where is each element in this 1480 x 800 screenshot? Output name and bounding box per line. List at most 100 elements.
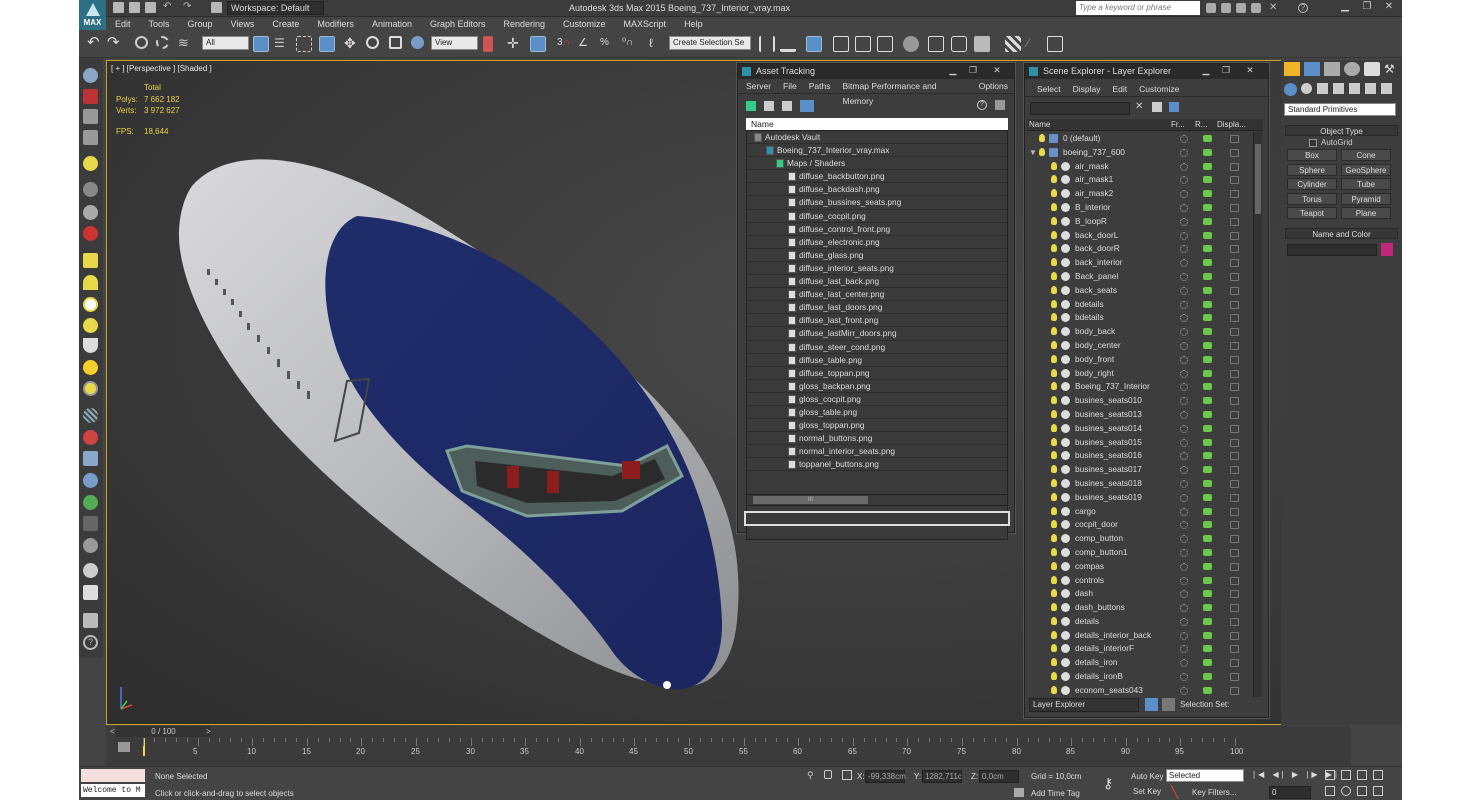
render-teapot-icon[interactable] [1203, 617, 1212, 625]
menu-help[interactable]: Help [675, 17, 712, 31]
display-box-icon[interactable] [1230, 397, 1239, 406]
freeze-icon[interactable] [1180, 190, 1188, 199]
minimize-button[interactable]: ▁ [1335, 1, 1355, 14]
menu-edit[interactable]: Edit [1107, 82, 1134, 96]
light-bulb-icon[interactable] [1051, 327, 1057, 336]
y-coordinate-field[interactable]: 1282,711c [922, 770, 962, 783]
light-bulb-icon[interactable] [1051, 520, 1057, 529]
freeze-icon[interactable] [1180, 231, 1188, 240]
menu-create[interactable]: Create [263, 17, 308, 31]
render-teapot-icon[interactable] [1203, 535, 1212, 543]
curve-editor-icon[interactable] [855, 36, 871, 52]
layer-row[interactable]: 0 (default) [1027, 132, 1251, 146]
select-manipulate-icon[interactable]: ✛ [507, 36, 523, 52]
layer-row[interactable]: ▼ boeing_737_600 [1027, 146, 1251, 160]
layer-mode-icon[interactable] [1145, 698, 1158, 711]
find-input[interactable] [1030, 102, 1130, 115]
light-bulb-icon[interactable] [1051, 478, 1057, 487]
cone-button[interactable]: Cone [1341, 149, 1391, 161]
render-column-header[interactable]: R... [1195, 120, 1207, 129]
timeline-next-arrow[interactable]: > [206, 727, 211, 736]
display-box-icon[interactable] [1230, 203, 1239, 212]
render-teapot-icon[interactable] [1203, 148, 1212, 156]
scene-explorer-titlebar[interactable]: Scene Explorer - Layer Explorer ▁ ❐ ✕ [1025, 64, 1268, 79]
snaps-toggle-icon[interactable]: 3∩ [557, 36, 573, 52]
align-icon[interactable] [780, 36, 796, 52]
display-box-icon[interactable] [1230, 617, 1239, 626]
render-teapot-icon[interactable] [1203, 452, 1212, 460]
object-row[interactable]: details_ironB [1027, 670, 1251, 684]
light-bulb-icon[interactable] [1051, 492, 1057, 501]
render-teapot-icon[interactable] [1203, 383, 1212, 391]
render-teapot-icon[interactable] [1203, 479, 1212, 487]
render-teapot-icon[interactable] [1203, 645, 1212, 653]
tube-button[interactable]: Tube [1341, 178, 1391, 190]
light-bulb-icon[interactable] [1051, 189, 1057, 198]
display-box-icon[interactable] [1230, 438, 1239, 447]
freeze-icon[interactable] [1180, 645, 1188, 654]
render-teapot-icon[interactable] [1203, 548, 1212, 556]
render-production-icon[interactable] [974, 36, 990, 52]
object-row[interactable]: controls [1027, 574, 1251, 588]
freeze-icon[interactable] [1180, 535, 1188, 544]
ies-light-icon[interactable] [83, 381, 98, 396]
mirror-icon[interactable] [759, 36, 775, 52]
freeze-icon[interactable] [1180, 590, 1188, 599]
geosphere-button[interactable]: GeoSphere [1341, 164, 1391, 176]
walk-icon[interactable] [1357, 786, 1367, 796]
display-box-icon[interactable] [1230, 686, 1239, 695]
z-coordinate-field[interactable]: 0,0cm [979, 770, 1019, 783]
maximize-button[interactable]: ❐ [1217, 65, 1235, 77]
motion-tab-icon[interactable] [1344, 62, 1360, 76]
expand-arrow-icon[interactable]: ▼ [1029, 146, 1037, 160]
pyramid-button[interactable]: Pyramid [1341, 193, 1391, 205]
freeze-icon[interactable] [1180, 631, 1188, 640]
display-box-icon[interactable] [1230, 424, 1239, 433]
render-teapot-icon[interactable] [1203, 328, 1212, 336]
keyboard-shortcut-override-icon[interactable] [530, 36, 546, 52]
light-bulb-icon[interactable] [1051, 368, 1057, 377]
asset-file-row[interactable]: diffuse_toppan.png [747, 367, 1007, 380]
render-teapot-icon[interactable] [1203, 631, 1212, 639]
light-bulb-icon[interactable] [1051, 561, 1057, 570]
scale-icon[interactable] [389, 36, 402, 49]
maximize-button[interactable]: ❐ [1357, 1, 1377, 14]
orbit-icon[interactable] [1341, 786, 1351, 796]
render-teapot-icon[interactable] [1203, 590, 1212, 598]
app-logo[interactable]: MAX [79, 0, 106, 30]
asset-file-row[interactable]: diffuse_lastMirr_doors.png [747, 327, 1007, 341]
freeze-icon[interactable] [1180, 410, 1188, 419]
freeze-icon[interactable] [1180, 604, 1188, 613]
name-column-header[interactable]: Name [1029, 120, 1050, 129]
dome-icon[interactable] [83, 275, 98, 290]
freeze-icon[interactable] [1180, 383, 1188, 392]
clear-search-icon[interactable]: ✕ [1135, 101, 1143, 112]
display-box-icon[interactable] [1230, 479, 1239, 488]
freeze-icon[interactable] [1180, 341, 1188, 350]
menu-server[interactable]: Server [740, 79, 777, 93]
menu-tools[interactable]: Tools [140, 17, 179, 31]
display-box-icon[interactable] [1230, 259, 1239, 268]
asset-file-row[interactable]: diffuse_last_front.png [747, 314, 1007, 328]
freeze-icon[interactable] [1180, 479, 1188, 488]
display-box-icon[interactable] [1230, 190, 1239, 199]
bind-space-warp-icon[interactable]: ≋ [178, 36, 194, 52]
key-filters-button[interactable]: Key Filters... [1192, 788, 1236, 797]
display-box-icon[interactable] [1230, 286, 1239, 295]
object-row[interactable]: Back_panel [1027, 270, 1251, 284]
redo-icon[interactable]: ↷ [107, 35, 123, 52]
freeze-icon[interactable] [1180, 300, 1188, 309]
light-bulb-icon[interactable] [1051, 603, 1057, 612]
new-file-icon[interactable] [113, 2, 124, 13]
render-teapot-icon[interactable] [1203, 521, 1212, 529]
render-teapot-icon[interactable] [1203, 686, 1212, 694]
cylinder-button[interactable]: Cylinder [1287, 178, 1337, 190]
detail-view-icon[interactable] [782, 101, 792, 111]
render-teapot-icon[interactable] [1203, 190, 1212, 198]
asset-tree[interactable]: Autodesk Vault Boeing_737_Interior_vray.m… [746, 130, 1008, 540]
asset-file-row[interactable]: normal_interior_seats.png [747, 445, 1007, 459]
render-teapot-icon[interactable] [1203, 231, 1212, 239]
table-icon[interactable] [83, 585, 98, 600]
current-frame-field[interactable]: 0 [1269, 786, 1311, 799]
settings-icon[interactable] [995, 100, 1005, 110]
